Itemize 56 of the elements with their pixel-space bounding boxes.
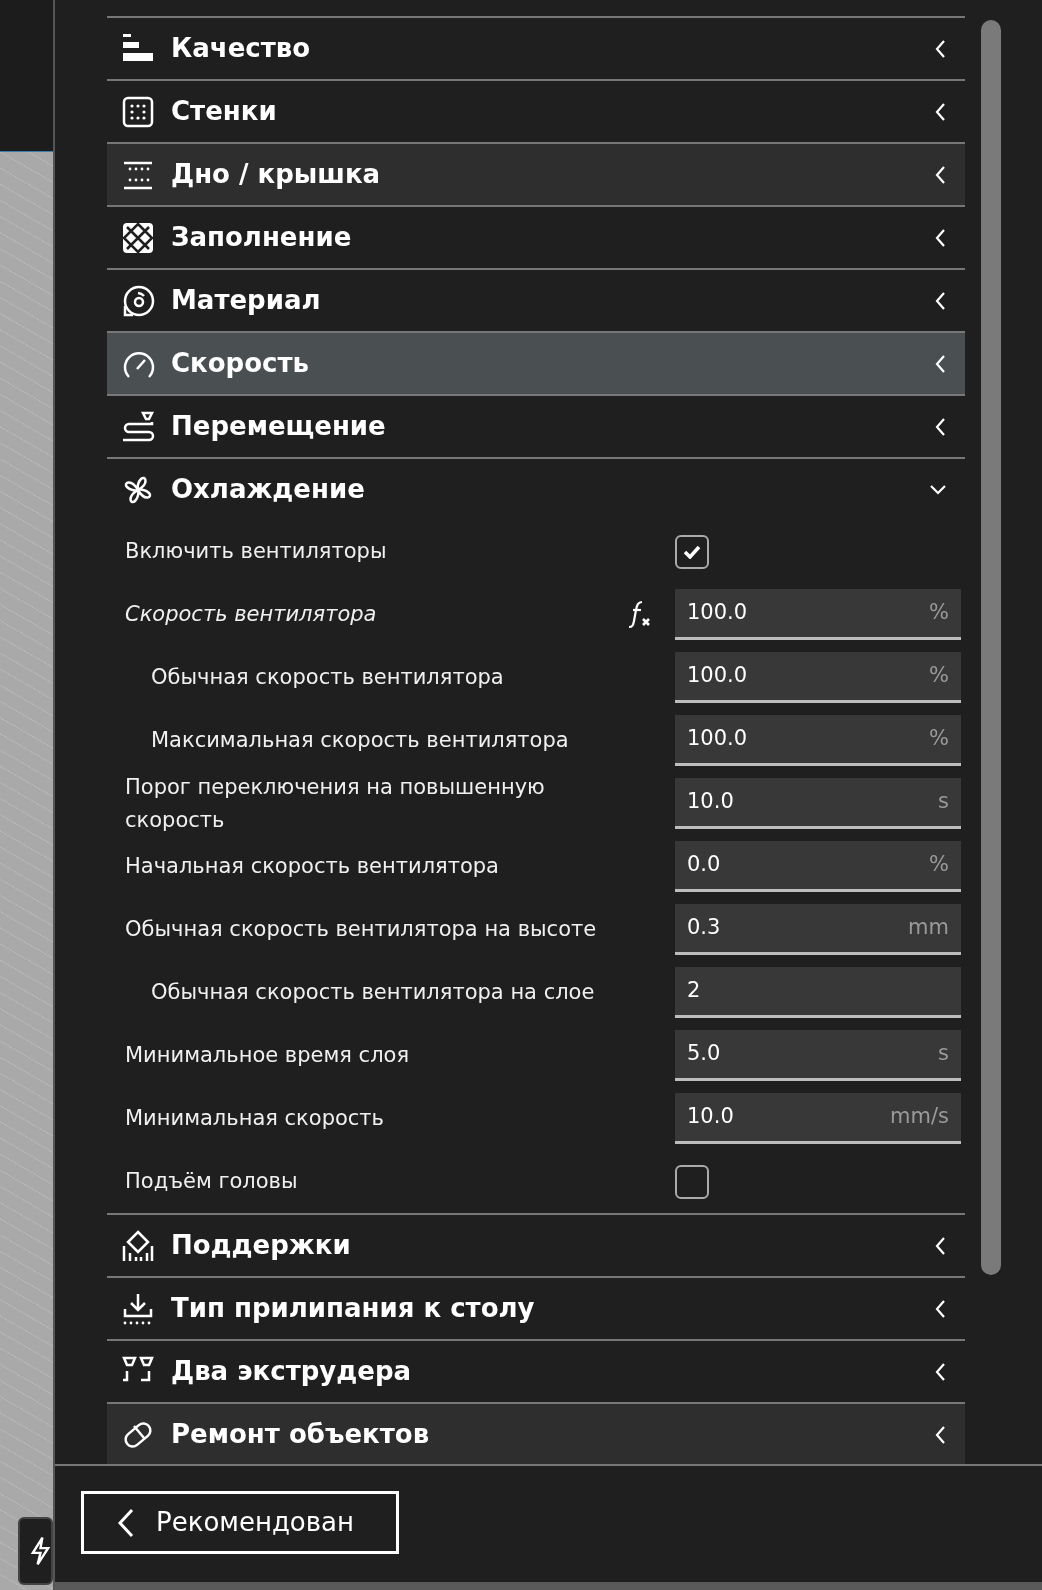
category-header[interactable]: Поддержки <box>107 1213 965 1276</box>
chevron-down-icon <box>929 483 947 496</box>
chevron-left-icon <box>934 1298 947 1319</box>
infill-pattern-icon <box>121 220 155 255</box>
category-header[interactable]: Ремонт объектов <box>107 1402 965 1464</box>
category-header[interactable]: Качество <box>107 16 965 79</box>
number-field[interactable]: 5.0 s <box>675 1030 961 1081</box>
checkbox[interactable] <box>675 1164 709 1199</box>
walls-grid-icon <box>121 94 155 129</box>
setting-label: Включить вентиляторы <box>125 538 388 565</box>
setting-label: Скорость вентилятора <box>125 601 378 628</box>
setting-label: Минимальное время слоя <box>125 1042 411 1069</box>
category-header[interactable]: Охлаждение <box>107 457 965 520</box>
chevron-left-icon <box>934 227 947 248</box>
number-field[interactable]: 100.0 % <box>675 589 961 640</box>
setting-label: Максимальная скорость вентилятора <box>151 727 570 754</box>
setting-label: Минимальная скорость <box>125 1105 385 1132</box>
travel-path-icon <box>121 409 155 444</box>
number-field[interactable]: 0.0 % <box>675 841 961 892</box>
formula-icon <box>627 598 653 631</box>
chevron-left-icon <box>934 101 947 122</box>
number-field[interactable]: 100.0 % <box>675 715 961 766</box>
category-header[interactable]: Дно / крышка <box>107 142 965 205</box>
chevron-left-icon <box>934 353 947 374</box>
download-tray-icon <box>121 1291 155 1326</box>
category-header[interactable]: Перемещение <box>107 394 965 457</box>
chevron-left-icon <box>934 1424 947 1445</box>
number-field[interactable]: 0.3 mm <box>675 904 961 955</box>
checkbox[interactable] <box>675 534 709 569</box>
category-header[interactable]: Скорость <box>107 331 965 394</box>
number-field[interactable]: 10.0 s <box>675 778 961 829</box>
support-icon <box>121 1228 155 1263</box>
disc-icon <box>121 283 155 318</box>
chevron-left-icon <box>118 1507 134 1538</box>
chevron-left-icon <box>934 1361 947 1382</box>
mode-toggle-button[interactable] <box>18 1517 53 1585</box>
setting-label: Обычная скорость вентилятора на слое <box>151 979 596 1006</box>
setting-label: Начальная скорость вентилятора <box>125 853 500 880</box>
setting-label: Обычная скорость вентилятора <box>151 664 505 691</box>
scrollbar-thumb[interactable] <box>981 20 1001 1275</box>
chevron-left-icon <box>934 164 947 185</box>
chevron-left-icon <box>934 38 947 59</box>
setting-label: Порог переключения на повышенную скорость <box>125 773 546 834</box>
lightning-icon <box>30 1536 51 1566</box>
chevron-left-icon <box>934 290 947 311</box>
number-field[interactable]: 10.0 mm/s <box>675 1093 961 1144</box>
recommended-mode-button[interactable]: Рекомендован <box>81 1491 399 1554</box>
chevron-left-icon <box>934 1235 947 1256</box>
chevron-left-icon <box>934 416 947 437</box>
number-field[interactable]: 2 <box>675 967 961 1018</box>
check-icon <box>683 544 701 559</box>
number-field[interactable]: 100.0 % <box>675 652 961 703</box>
setting-label: Обычная скорость вентилятора на высоте <box>125 916 598 943</box>
category-header[interactable]: Тип прилипания к столу <box>107 1276 965 1339</box>
category-header[interactable]: Заполнение <box>107 205 965 268</box>
setting-label: Подъём головы <box>125 1168 299 1195</box>
